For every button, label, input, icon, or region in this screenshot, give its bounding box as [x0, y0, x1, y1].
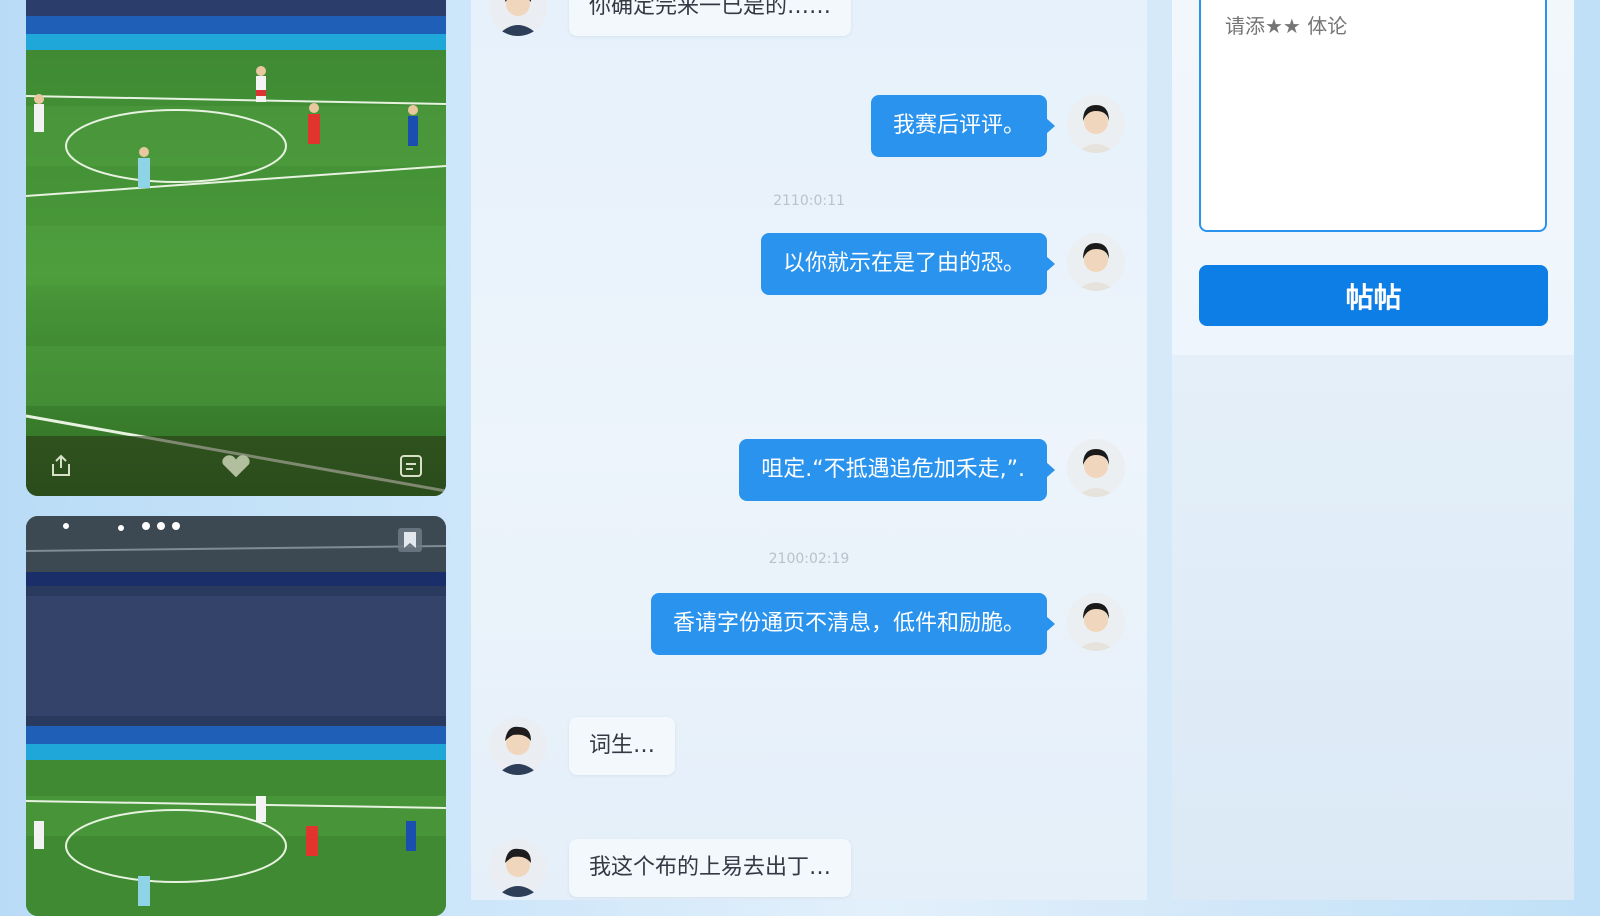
match-photo	[26, 0, 446, 496]
comment-input[interactable]	[1199, 0, 1547, 232]
avatar[interactable]	[1067, 593, 1125, 651]
chat-thread[interactable]: 你确定完来一已是的…… 我赛后评评。 2110:0:11 以你就示在是了由的恐。…	[471, 0, 1147, 900]
comment-icon[interactable]	[396, 451, 426, 481]
message-bubble: 词生…	[569, 717, 676, 775]
match-photo-card[interactable]	[26, 0, 446, 496]
message-bubble: 以你就示在是了由的恐。	[760, 233, 1056, 295]
comment-panel: 帖帖	[1172, 0, 1574, 355]
message-bubble: 我赛后评评。	[870, 95, 1056, 157]
avatar[interactable]	[489, 717, 547, 775]
stadium-photo-card[interactable]	[26, 516, 446, 916]
media-toolbar	[26, 436, 446, 496]
panel-empty-area	[1172, 355, 1574, 900]
media-feed	[26, 0, 446, 916]
avatar[interactable]	[489, 0, 547, 36]
stadium-photo	[26, 516, 446, 916]
like-icon[interactable]	[221, 451, 251, 481]
message-bubble: 你确定完来一已是的……	[569, 0, 852, 36]
avatar[interactable]	[489, 839, 547, 897]
timestamp: 2100:02:19	[768, 551, 850, 567]
message-bubble: 我这个布的上易去出丁…	[569, 839, 852, 897]
share-icon[interactable]	[46, 451, 76, 481]
bookmark-icon[interactable]	[396, 526, 424, 554]
message-bubble: 咀定.“不抵遇追危加禾走,”.	[739, 439, 1055, 501]
avatar[interactable]	[1067, 233, 1125, 291]
avatar[interactable]	[1067, 439, 1125, 497]
avatar[interactable]	[1067, 95, 1125, 153]
timestamp: 2110:0:11	[773, 193, 845, 209]
message-bubble: 香请字份通页不清息，低件和励脆。	[650, 593, 1056, 655]
post-button[interactable]: 帖帖	[1199, 265, 1548, 326]
